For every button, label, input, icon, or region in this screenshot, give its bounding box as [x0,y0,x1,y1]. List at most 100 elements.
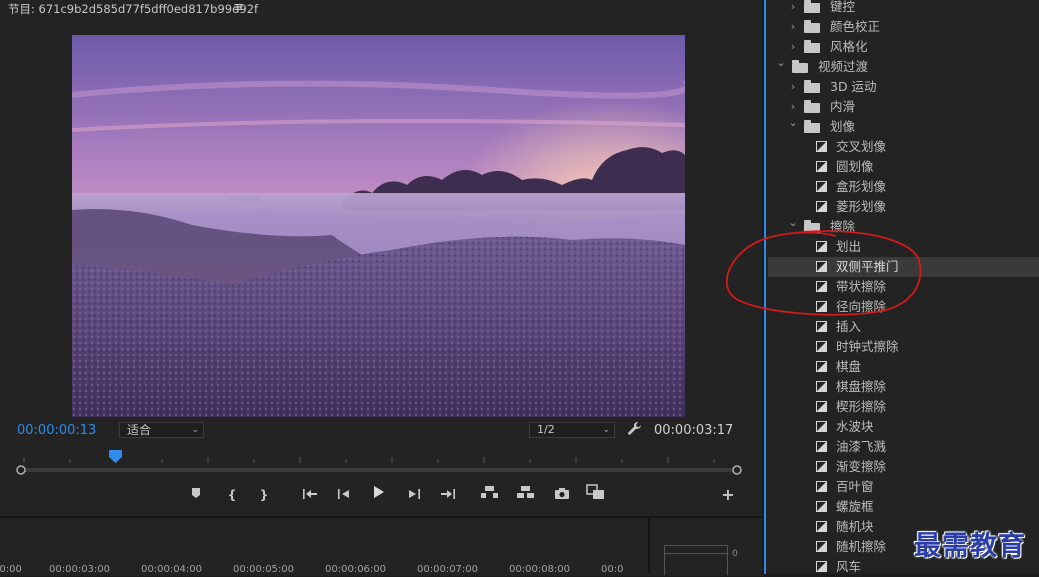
lift-button[interactable] [478,484,502,506]
video-frame [72,35,685,417]
effects-folder-row[interactable]: › 3D 运动 [768,77,1039,97]
effect-item-row[interactable]: 交叉划像 [768,137,1039,157]
effect-item-row[interactable]: 圆划像 [768,157,1039,177]
lift-icon [481,486,498,498]
effects-item-label: 随机擦除 [836,539,887,554]
timeline-time-label: 00:00:05:00 [233,564,295,575]
chevron-down-icon[interactable]: ⌄ [776,53,786,73]
timeline-time-label: 00:00:08:00 [509,564,571,575]
chevron-down-icon[interactable]: ⌄ [788,113,798,133]
effect-item-row[interactable]: 菱形划像 [768,197,1039,217]
effects-folder-row[interactable]: › 颜色校正 [768,17,1039,37]
fit-zoom-select[interactable]: 适合 ⌄ [119,422,204,438]
effect-item-row[interactable]: 螺旋框 [768,497,1039,517]
heathland-sunrise-image [72,35,685,417]
effects-item-label: 划像 [830,119,856,134]
transition-effect-icon [816,381,827,392]
effects-item-label: 圆划像 [836,159,874,174]
effects-item-label: 渐变擦除 [836,459,887,474]
effects-folder-row[interactable]: › 键控 [768,0,1039,17]
chevron-right-icon[interactable]: › [788,17,798,37]
step-forward-icon [409,489,420,499]
effect-item-row[interactable]: 棋盘 [768,357,1039,377]
go-to-in-icon [303,489,317,499]
effects-folder-row[interactable]: › 风格化 [768,37,1039,57]
effect-item-row[interactable]: 插入 [768,317,1039,337]
effect-item-row[interactable]: 时钟式擦除 [768,337,1039,357]
effects-folder-row[interactable]: ⌄ 划像 [768,116,1039,137]
effects-folder-row[interactable]: › 内滑 [768,97,1039,117]
effect-item-row[interactable]: 棋盘擦除 [768,377,1039,397]
timeline-time-label: 00:00 [0,564,22,575]
transition-effect-icon [816,141,827,152]
mark-in-button[interactable]: { [220,484,244,506]
folder-icon [792,60,808,73]
effects-item-label: 菱形划像 [836,199,887,214]
button-editor-button[interactable]: + [716,484,740,506]
transition-effect-icon [816,561,827,572]
audio-meter-zero-label: 0 [732,549,738,559]
playback-resolution-value: 1/2 [537,423,555,436]
effects-item-label: 盒形划像 [836,179,887,194]
transition-effect-icon [816,421,827,432]
transition-effect-icon [816,461,827,472]
chevron-right-icon[interactable]: › [788,37,798,57]
effects-item-label: 3D 运动 [830,79,877,94]
transition-effect-icon [816,181,827,192]
effects-item-label: 棋盘 [836,359,862,374]
effects-item-label: 视频过渡 [818,59,869,74]
comparison-view-icon [586,484,604,499]
audio-meter [664,545,728,575]
panel-menu-icon[interactable]: ≡ [233,0,244,15]
effects-item-label: 颜色校正 [830,19,881,34]
go-to-in-button[interactable] [298,484,322,506]
play-button[interactable] [366,484,390,506]
folder-icon [804,0,820,13]
comparison-view-button[interactable] [584,484,608,506]
folder-icon [804,20,820,33]
transition-effect-icon [816,361,827,372]
effects-item-label: 棋盘擦除 [836,379,887,394]
panel-divider[interactable] [648,518,650,574]
chevron-right-icon[interactable]: › [788,77,798,97]
effects-folder-row[interactable]: ⌄ 视频过渡 [768,56,1039,77]
wrench-settings-icon[interactable] [627,421,642,440]
effects-item-label: 随机块 [836,519,874,534]
add-marker-button[interactable] [184,484,208,506]
step-forward-button[interactable] [402,484,426,506]
effect-item-row[interactable]: 盒形划像 [768,177,1039,197]
chevron-down-icon: ⌄ [191,425,199,435]
transition-effect-icon [816,481,827,492]
time-ruler[interactable] [12,449,742,463]
playback-resolution-select[interactable]: 1/2 ⌄ [529,422,615,438]
extract-button[interactable] [514,484,538,506]
transition-effect-icon [816,341,827,352]
effects-item-label: 楔形擦除 [836,399,887,414]
watermark-logo: 最需教育 [914,531,1026,562]
step-back-icon [338,489,349,499]
effects-item-label: 油漆飞溅 [836,439,887,454]
effects-item-label: 百叶窗 [836,479,874,494]
transition-effect-icon [816,161,827,172]
effect-item-row[interactable]: 渐变擦除 [768,457,1039,477]
go-to-out-button[interactable] [436,484,460,506]
current-timecode[interactable]: 00:00:00:13 [17,423,96,438]
transport-controls: { } + [180,484,760,506]
mark-out-button[interactable]: } [252,484,276,506]
effect-item-row[interactable]: 水波块 [768,417,1039,437]
effect-item-row[interactable]: 楔形擦除 [768,397,1039,417]
effect-item-row[interactable]: 百叶窗 [768,477,1039,497]
effects-item-label: 水波块 [836,419,874,434]
effect-item-row[interactable]: 油漆飞溅 [768,437,1039,457]
playhead-icon [109,450,122,463]
effects-item-label: 插入 [836,319,862,334]
folder-icon [804,40,820,53]
zoom-scrollbar[interactable] [16,464,742,476]
effects-item-label: 螺旋框 [836,499,874,514]
extract-icon [517,486,534,498]
effects-item-label: 内滑 [830,99,856,114]
chevron-right-icon[interactable]: › [788,0,798,17]
chevron-down-icon: ⌄ [602,425,610,435]
export-frame-button[interactable] [550,484,574,506]
step-back-button[interactable] [332,484,356,506]
